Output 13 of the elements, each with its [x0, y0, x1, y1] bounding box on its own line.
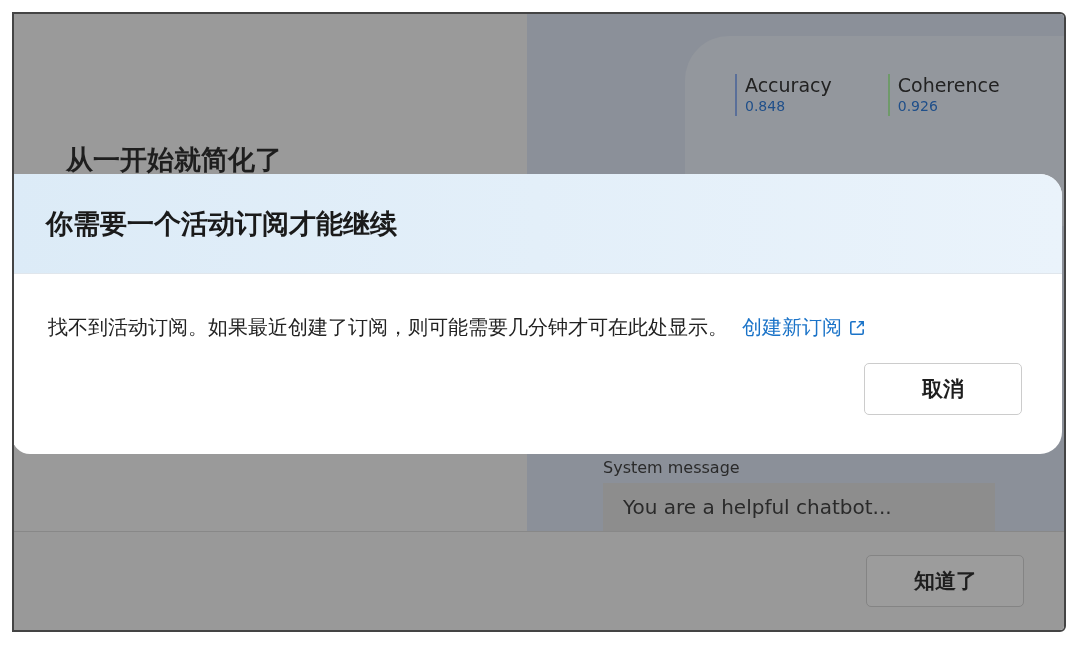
- cancel-button[interactable]: 取消: [864, 363, 1022, 415]
- create-subscription-link[interactable]: 创建新订阅: [742, 314, 866, 341]
- field-label: System message: [603, 458, 741, 477]
- system-message-field[interactable]: You are a helpful chatbot...: [603, 483, 995, 531]
- dialog-title: 你需要一个活动订阅才能继续: [46, 206, 397, 241]
- dialog-message: 找不到活动订阅。如果最近创建了订阅，则可能需要几分钟才可在此处显示。: [48, 315, 728, 341]
- page-heading: 从一开始就简化了: [66, 144, 282, 175]
- external-link-icon: [848, 318, 866, 337]
- metric-name: Accuracy: [745, 74, 832, 96]
- got-it-button[interactable]: 知道了: [866, 555, 1024, 607]
- metric-value: 0.848: [745, 98, 787, 114]
- metric-name: Coherence: [897, 74, 1000, 96]
- metric-value: 0.926: [897, 98, 939, 114]
